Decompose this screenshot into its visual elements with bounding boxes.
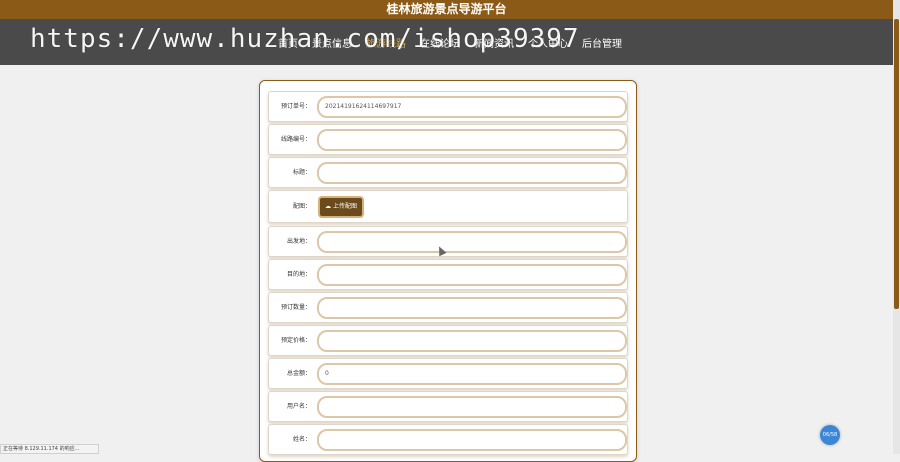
nav-item-user-center[interactable]: 个人中心: [528, 35, 568, 50]
form-row-total: 总金额： 0: [268, 358, 628, 389]
form-row-destination: 目的地：: [268, 259, 628, 290]
form-row-departure: 出发地：: [268, 226, 628, 257]
destination-input[interactable]: [317, 264, 627, 286]
main-nav: 首页 景点信息 旅游线路 在线论坛 新闻资讯 个人中心 后台管理: [0, 19, 893, 65]
quantity-input[interactable]: [317, 297, 627, 319]
price-label: 预定价格：: [280, 337, 311, 344]
form-row-route-id: 线路编号：: [268, 124, 628, 155]
quantity-label: 预订数量：: [280, 304, 311, 311]
nav-item-tour-routes[interactable]: 旅游线路: [366, 35, 406, 50]
browser-status-bar: 正在等待 8.129.11.174 的响应...: [0, 444, 99, 454]
name-label: 姓名：: [292, 436, 311, 443]
page-scrollbar[interactable]: [893, 0, 900, 454]
order-number-label: 预订单号：: [280, 103, 311, 110]
departure-label: 出发地：: [286, 238, 311, 245]
price-input[interactable]: [317, 330, 627, 352]
site-title-bar: 桂林旅游景点导游平台: [0, 0, 893, 19]
form-row-price: 预定价格：: [268, 325, 628, 356]
title-input[interactable]: [317, 162, 627, 184]
nav-items: 首页 景点信息 旅游线路 在线论坛 新闻资讯 个人中心 后台管理: [278, 19, 622, 65]
form-row-username: 用户名：: [268, 391, 628, 422]
form-row-name: 姓名：: [268, 424, 628, 455]
form-row-order-number: 预订单号： 20214191624114697917: [268, 91, 628, 122]
nav-item-news[interactable]: 新闻资讯: [474, 35, 514, 50]
cloud-upload-icon: ☁: [324, 203, 331, 210]
image-label: 配图：: [292, 203, 311, 210]
booking-form: 预订单号： 20214191624114697917 线路编号： 标题： 配图：…: [259, 80, 637, 462]
floating-badge-button[interactable]: 06/58: [820, 425, 840, 445]
form-row-image: 配图： ☁ 上传配图: [268, 190, 628, 223]
site-title: 桂林旅游景点导游平台: [386, 2, 507, 16]
total-label: 总金额：: [286, 370, 311, 377]
destination-label: 目的地：: [286, 271, 311, 278]
form-row-title: 标题：: [268, 157, 628, 188]
username-input[interactable]: [317, 396, 627, 418]
name-input[interactable]: [317, 429, 627, 451]
title-label: 标题：: [292, 169, 311, 176]
upload-image-button[interactable]: ☁ 上传配图: [318, 196, 364, 218]
route-id-label: 线路编号：: [280, 136, 311, 143]
total-input[interactable]: 0: [317, 363, 627, 385]
nav-item-attractions[interactable]: 景点信息: [312, 35, 352, 50]
upload-image-button-label: 上传配图: [332, 203, 357, 210]
nav-item-admin[interactable]: 后台管理: [582, 35, 622, 50]
route-id-input[interactable]: [317, 129, 627, 151]
username-label: 用户名：: [286, 403, 311, 410]
departure-input[interactable]: [317, 231, 627, 253]
form-row-quantity: 预订数量：: [268, 292, 628, 323]
nav-item-forum[interactable]: 在线论坛: [420, 35, 460, 50]
order-number-input[interactable]: 20214191624114697917: [317, 96, 627, 118]
scrollbar-thumb[interactable]: [894, 19, 899, 309]
nav-item-home[interactable]: 首页: [278, 35, 298, 50]
